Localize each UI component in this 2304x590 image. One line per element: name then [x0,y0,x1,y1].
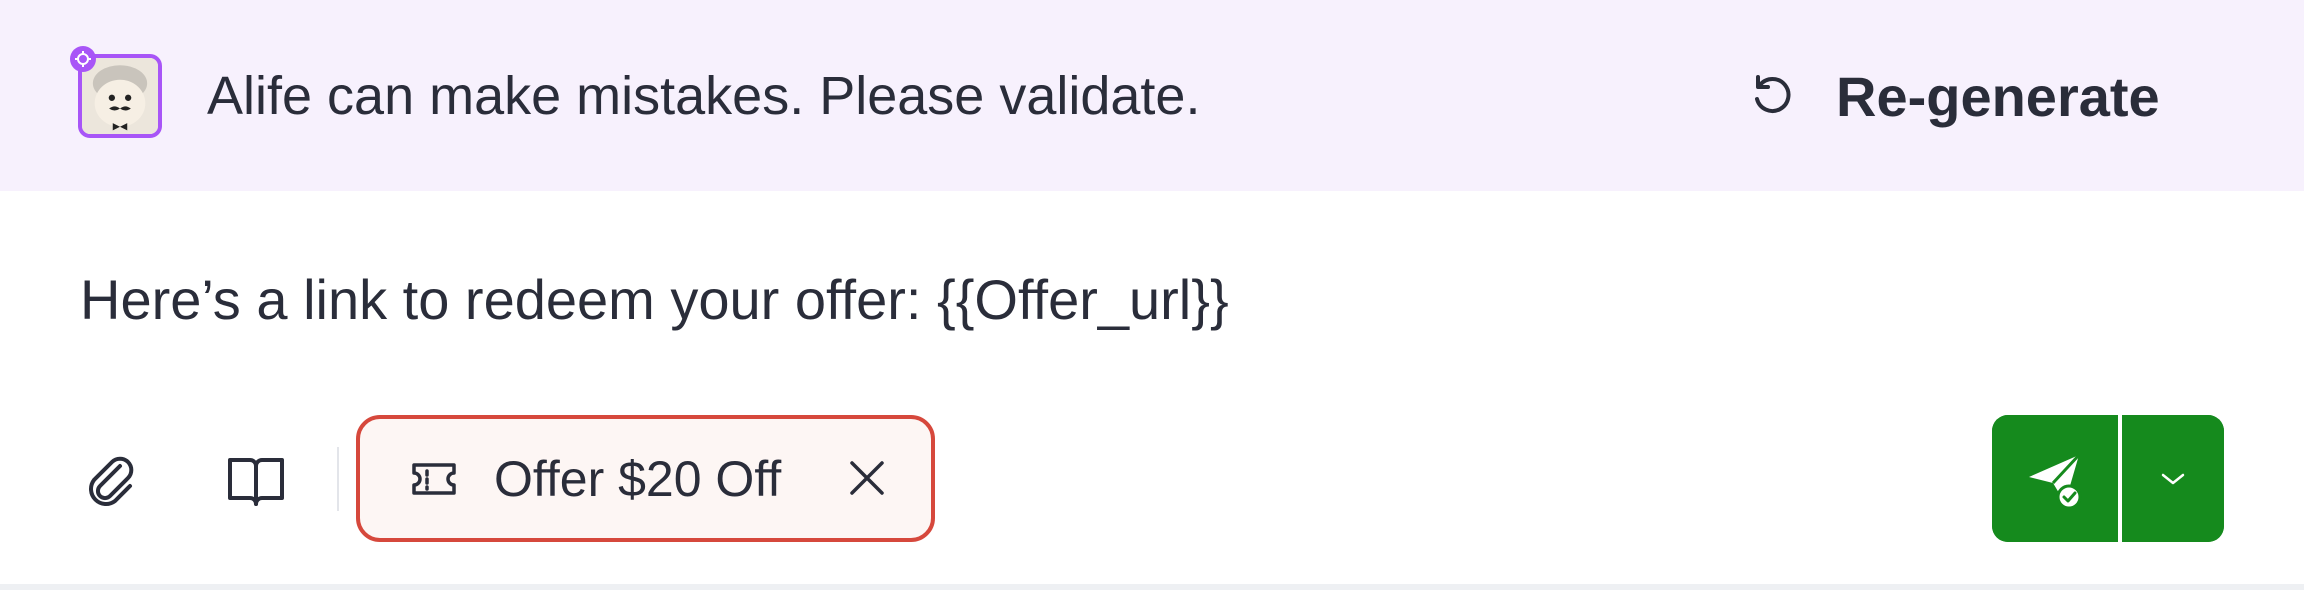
offer-chip[interactable]: Offer $20 Off [356,415,935,542]
toolbar-divider [337,447,339,511]
refresh-icon [1750,73,1796,119]
regenerate-label: Re-generate [1836,64,2160,128]
remove-offer-close-icon[interactable] [846,457,888,499]
send-button[interactable] [1992,415,2118,542]
disclaimer-text: Alife can make mistakes. Please validate… [207,66,1201,126]
book-icon [228,458,284,506]
send-options-dropdown[interactable] [2122,415,2224,542]
knowledge-base-button[interactable] [224,448,288,512]
ai-disclaimer-banner: Alife can make mistakes. Please validate… [0,0,2304,191]
bottom-border [0,584,2304,590]
offer-chip-label: Offer $20 Off [494,451,782,507]
send-button-group [1992,415,2224,542]
paper-plane-check-icon [2029,453,2082,509]
sparkle-badge-icon [70,46,96,72]
regenerate-button[interactable]: Re-generate [1750,56,2160,136]
chevron-down-icon [2161,473,2185,484]
ticket-icon [410,459,458,499]
attach-button[interactable] [80,448,144,512]
message-text[interactable]: Here’s a link to redeem your offer: {{Of… [80,262,1229,338]
paperclip-icon [89,456,134,506]
